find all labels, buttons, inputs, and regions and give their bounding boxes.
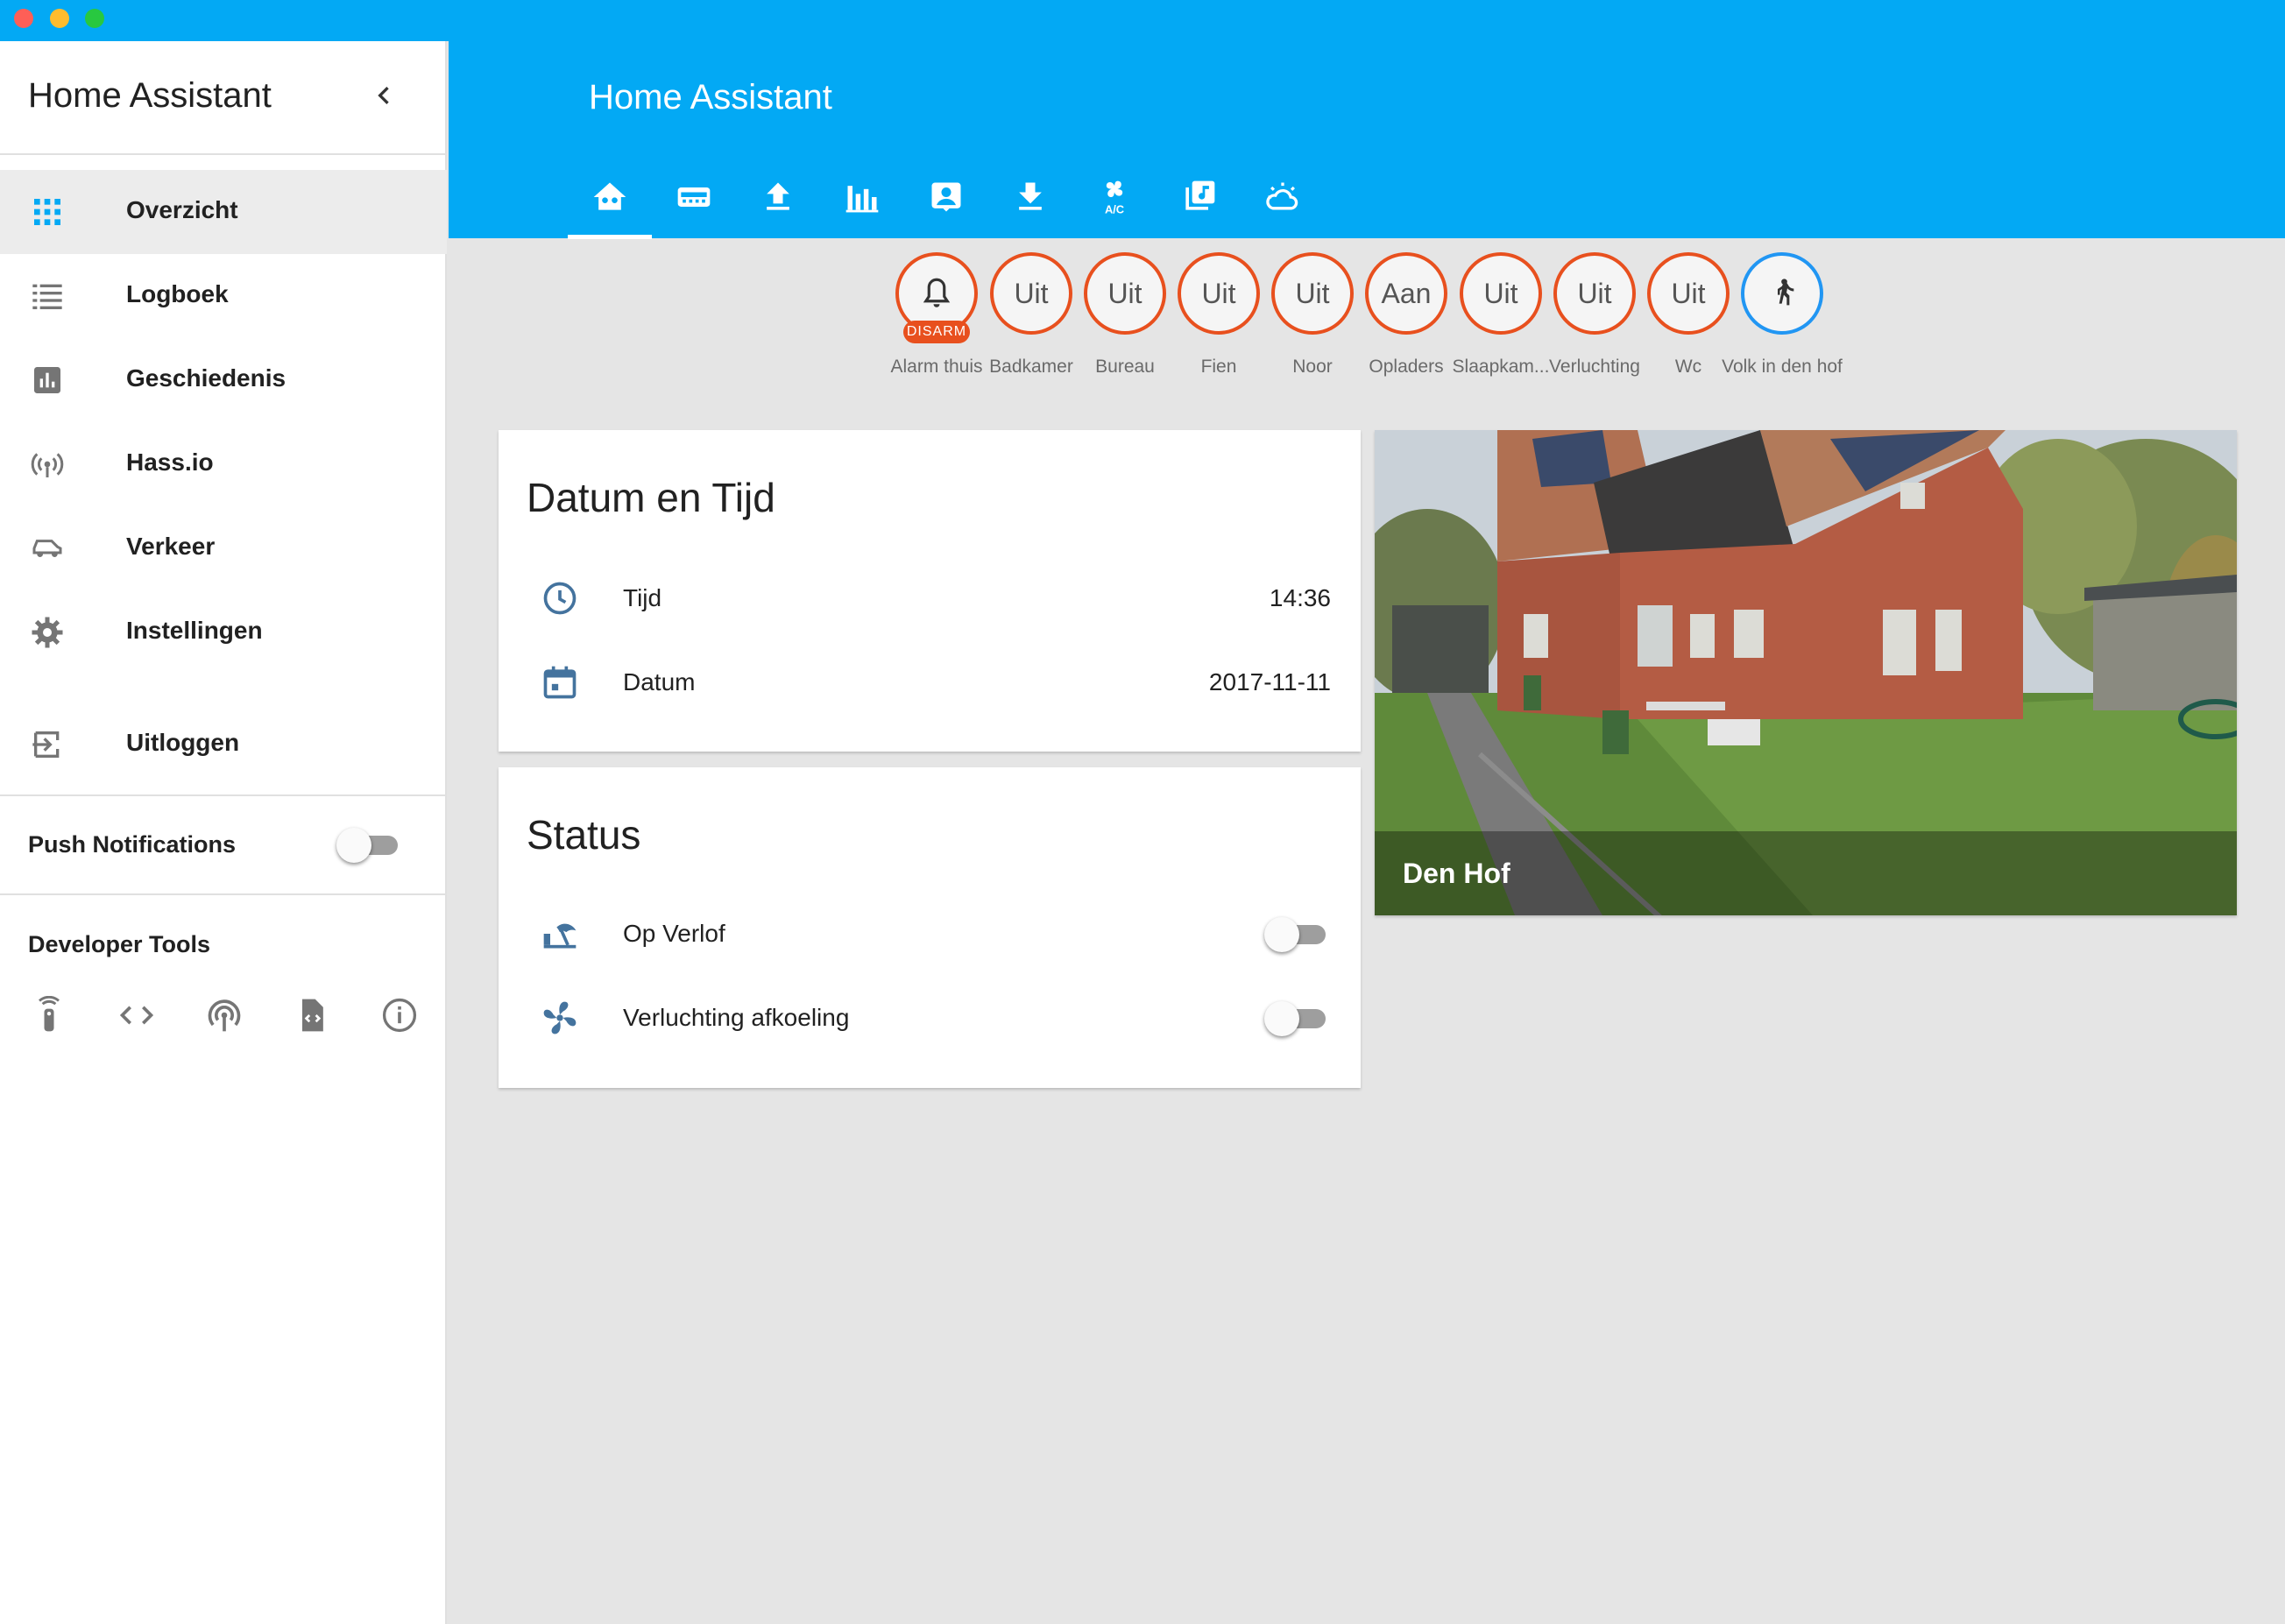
tab-home[interactable] [568,171,652,239]
router-icon [677,187,711,207]
entity-name[interactable]: Datum [623,668,695,696]
toggle-knob [1264,917,1299,952]
home-icon [593,182,626,210]
camera-caption: Den Hof [1375,831,2237,915]
badge-value: Uit [1178,252,1260,335]
op-verlof-toggle[interactable] [1264,916,1331,952]
sidebar-header: Home Assistant [0,41,445,155]
card-title: Status [527,812,641,858]
maximize-window-button[interactable] [85,9,104,28]
sidebar-item-label: Geschiedenis [126,364,287,392]
tab-music-library[interactable] [1157,171,1241,239]
tab-upload[interactable] [736,171,820,239]
badge-value: Uit [1271,252,1354,335]
info-icon[interactable] [380,996,419,1034]
calendar-icon [543,666,577,699]
card-title: Datum en Tijd [527,475,775,520]
badge-value: Uit [1553,252,1636,335]
badge-value: Uit [1647,252,1730,335]
svg-text:A/C: A/C [1105,202,1124,215]
tab-download[interactable] [988,171,1072,239]
upload-icon [767,182,789,210]
list-icon [32,284,62,309]
push-notifications-toggle[interactable] [336,827,403,863]
clock-icon [543,582,577,615]
window-titlebar [0,0,2285,41]
walk-icon [1778,279,1794,306]
tab-weather[interactable] [1241,171,1325,239]
badge-value: Uit [990,252,1072,335]
badge-value: Uit [1460,252,1542,335]
antenna-icon[interactable] [205,996,244,1034]
tab-air-conditioner[interactable]: A/C [1072,171,1157,239]
music-library-icon [1185,180,1215,210]
remote-icon[interactable] [30,996,68,1034]
camera-name: Den Hof [1403,858,1510,889]
verluchting-afkoeling-toggle[interactable] [1264,1000,1331,1036]
code-icon[interactable] [117,996,156,1034]
sidebar-item-label: Logboek [126,280,229,307]
sidebar-item-instellingen[interactable]: Instellingen [0,590,447,674]
tab-router[interactable] [652,171,736,239]
datetime-card: Datum en Tijd Tijd 14:36 Datum 2017-11-1… [499,430,1361,752]
entity-value: 2017-11-11 [1208,668,1331,695]
divider [0,893,447,895]
close-window-button[interactable] [14,9,33,28]
sidebar-title: Home Assistant [28,76,272,115]
badge-label: Volk in den hof [1722,357,1843,377]
logout-icon [32,731,60,758]
badge-value: Aan [1365,252,1447,335]
sidebar-item-label: Instellingen [126,617,263,644]
sidebar-item-label: Hass.io [126,448,214,476]
status-card: Status Op Verlof Verluchting afkoeling [499,767,1361,1088]
developer-tools-label: Developer Tools [28,931,211,957]
badge-state-tag: DISARM [903,321,970,343]
divider [0,794,447,796]
page-title: Home Assistant [589,78,832,117]
download-icon [1019,182,1042,210]
bell-icon [923,278,951,307]
entity-name[interactable]: Verluchting afkoeling [623,1004,849,1032]
car-icon [32,540,62,557]
badge-circle [1741,252,1823,335]
air-conditioner-icon: A/C [1105,180,1124,215]
active-tab-indicator [568,235,652,239]
grid-icon [34,199,60,225]
minimize-window-button[interactable] [50,9,69,28]
sidebar-item-geschiedenis[interactable]: Geschiedenis [0,338,447,422]
toggle-knob [1264,1001,1299,1036]
app-header: Home Assistant A/C [449,41,2285,239]
push-notifications-label: Push Notifications [28,831,237,858]
toggle-knob [336,828,371,863]
chevron-left-icon[interactable] [366,78,401,113]
sidebar-item-label: Verkeer [126,533,216,560]
chart-bar-icon [34,367,60,393]
fan-icon [543,1001,577,1034]
sidebar-item-verkeer[interactable]: Verkeer [0,506,447,590]
entity-name[interactable]: Op Verlof [623,920,725,948]
sidebar-item-overzicht[interactable]: Overzicht [0,170,447,254]
sidebar-item-logboek[interactable]: Logboek [0,254,447,338]
gear-icon [32,617,63,648]
entity-name[interactable]: Tijd [623,584,661,612]
camera-card[interactable]: Den Hof [1375,430,2237,915]
weather-partly-cloudy-icon [1266,182,1298,210]
beach-icon [543,919,577,949]
entity-value: 14:36 [1269,584,1331,611]
broadcast-icon [31,453,64,477]
file-code-icon[interactable] [293,996,331,1034]
tab-account[interactable] [904,171,988,239]
bar-chart-icon [845,186,879,213]
sidebar: Home Assistant Overzicht Logboek Geschie… [0,41,447,1624]
sidebar-item-uitloggen[interactable]: Uitloggen [0,703,447,787]
sidebar-item-hassio[interactable]: Hass.io [0,422,447,506]
tab-bar-chart[interactable] [820,171,904,239]
account-box-icon [931,182,961,212]
badge-value: Uit [1084,252,1166,335]
sidebar-item-label: Uitloggen [126,729,240,756]
sidebar-item-label: Overzicht [126,196,238,223]
